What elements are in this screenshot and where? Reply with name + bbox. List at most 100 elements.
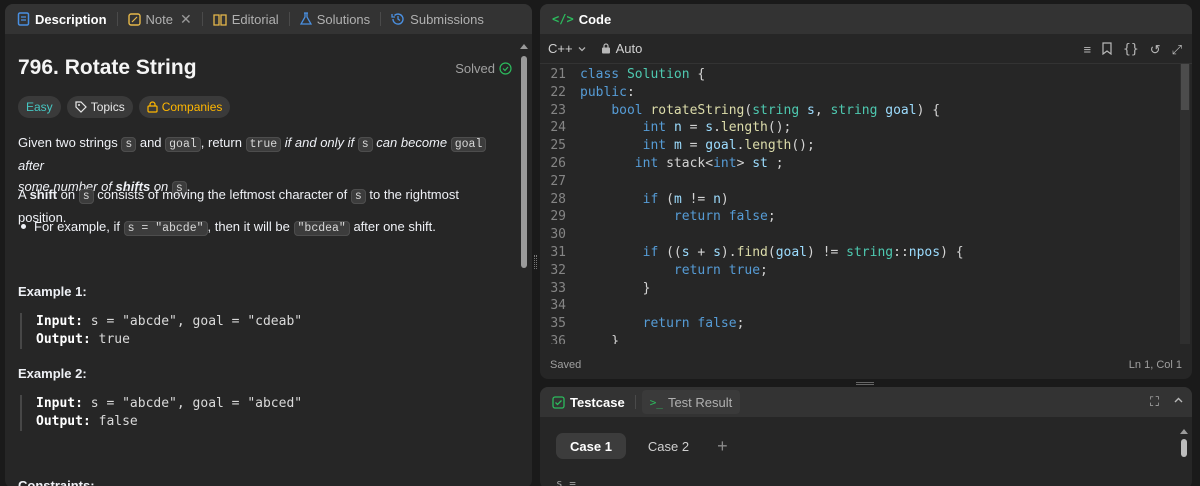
tab-code[interactable]: </> Code <box>548 12 615 27</box>
code-line[interactable]: 31 if ((s + s).find(goal) != string::npo… <box>540 244 1180 262</box>
code-text: } <box>580 333 620 344</box>
editor-scrollbar-thumb[interactable] <box>1181 64 1189 110</box>
code-line[interactable]: 24 int n = s.length(); <box>540 119 1180 137</box>
testcase-scrollbar[interactable] <box>1180 429 1188 486</box>
statement-text: after one shift. <box>349 219 436 234</box>
code-line[interactable]: 34 <box>540 297 1180 315</box>
difficulty-badge[interactable]: Easy <box>18 96 61 118</box>
solved-label: Solved <box>455 60 495 76</box>
tab-submissions-label: Submissions <box>410 11 484 27</box>
cursor-position: Ln 1, Col 1 <box>1128 359 1182 371</box>
code-line[interactable]: 32 return true; <box>540 262 1180 280</box>
input-label: Input: <box>36 314 83 329</box>
add-case-button[interactable]: + <box>711 436 734 457</box>
companies-tag[interactable]: Companies <box>138 96 231 118</box>
language-select[interactable]: C++ <box>548 41 587 56</box>
scroll-up-icon[interactable] <box>1180 429 1188 434</box>
constraints-title: Constraints: <box>18 478 95 486</box>
tab-note[interactable]: Note ✕ <box>124 11 196 28</box>
tab-submissions[interactable]: Submissions <box>387 12 488 27</box>
line-number: 29 <box>550 209 566 225</box>
line-number: 32 <box>550 262 566 278</box>
bookmark-icon[interactable] <box>1102 42 1112 58</box>
statement-text: , then it will be <box>207 219 294 234</box>
scroll-up-icon[interactable] <box>520 44 528 49</box>
code-line[interactable]: 25 int m = goal.length(); <box>540 137 1180 155</box>
example-bullet: For example, if s = "abcde", then it wil… <box>18 216 498 239</box>
editor-scrollbar[interactable] <box>1180 64 1190 344</box>
test-tab-bar: Testcase >_ Test Result ⛶ <box>540 387 1192 417</box>
horizontal-resize-handle[interactable] <box>856 382 874 385</box>
testcase-panel: Testcase >_ Test Result ⛶ Case 1 Case 2 … <box>540 387 1192 486</box>
inline-code: s <box>78 189 94 204</box>
maximize-icon[interactable]: ⛶ <box>1150 394 1159 410</box>
code-panel: </> Code C++ Auto ≡ {} ↺ ⤢ 21 class Solut… <box>540 4 1192 379</box>
submissions-icon <box>391 12 405 26</box>
braces-icon[interactable]: {} <box>1123 42 1139 58</box>
checkbox-icon <box>552 395 565 409</box>
line-number: 27 <box>550 173 566 189</box>
tab-editorial[interactable]: Editorial <box>209 12 283 27</box>
code-line[interactable]: 36 } <box>540 333 1180 344</box>
test-panel-actions: ⛶ <box>1150 394 1184 410</box>
code-toolbar: C++ Auto ≡ {} ↺ ⤢ <box>540 34 1192 64</box>
tab-testcase[interactable]: Testcase <box>548 395 629 410</box>
code-text: int stack<int> st ; <box>634 155 784 171</box>
code-line[interactable]: 21 class Solution { <box>540 66 1180 84</box>
line-number: 28 <box>550 191 566 207</box>
line-number: 36 <box>550 333 566 344</box>
code-line[interactable]: 30 <box>540 226 1180 244</box>
tab-solutions-label: Solutions <box>316 11 371 27</box>
testcase-scrollbar-thumb[interactable] <box>1181 439 1187 457</box>
problem-description: 796. Rotate String Solved Easy Topics Co… <box>5 34 532 486</box>
tab-test-result[interactable]: >_ Test Result <box>641 390 741 414</box>
output-label: Output: <box>36 414 91 429</box>
description-icon <box>17 12 30 26</box>
code-line[interactable]: 29 return false; <box>540 208 1180 226</box>
example-2-block: Input: s = "abcde", goal = "abced" Outpu… <box>20 395 302 431</box>
scrollbar-thumb[interactable] <box>521 56 527 268</box>
case-1-tab[interactable]: Case 1 <box>556 433 626 459</box>
inline-code: goal <box>450 137 487 152</box>
auto-mode[interactable]: Auto <box>601 41 642 56</box>
editor-status-bar: Saved Ln 1, Col 1 <box>550 359 1182 371</box>
statement-text: shift <box>29 187 58 202</box>
tab-divider <box>116 12 118 26</box>
statement-text: can become <box>372 135 451 150</box>
line-number: 25 <box>550 138 566 154</box>
description-scrollbar[interactable] <box>520 44 528 484</box>
code-line[interactable]: 26 int stack<int> st ; <box>540 155 1180 173</box>
tab-solutions[interactable]: Solutions <box>296 12 374 27</box>
input-label: Input: <box>36 396 83 411</box>
code-line[interactable]: 27 <box>540 173 1180 191</box>
language-label: C++ <box>548 41 573 56</box>
check-circle-icon <box>499 61 512 75</box>
inline-code: goal <box>165 137 201 152</box>
description-panel: Description Note ✕ Editorial Solutions S… <box>5 4 532 486</box>
code-line[interactable]: 28 if (m != n) <box>540 191 1180 209</box>
tab-description[interactable]: Description <box>13 12 111 27</box>
vertical-resize-handle[interactable] <box>534 255 537 269</box>
code-line[interactable]: 23 bool rotateString(string s, string go… <box>540 102 1180 120</box>
topics-tag[interactable]: Topics <box>66 96 133 118</box>
example-1-block: Input: s = "abcde", goal = "cdeab" Outpu… <box>20 313 302 349</box>
line-number: 33 <box>550 280 566 296</box>
statement-text: and <box>136 135 166 150</box>
code-line[interactable]: 22 public: <box>540 84 1180 102</box>
example-output: true <box>90 332 130 347</box>
example-input: s = "abcde", goal = "abced" <box>82 396 303 411</box>
tab-divider <box>380 12 382 26</box>
line-number: 30 <box>550 227 566 243</box>
save-status: Saved <box>550 359 582 371</box>
collapse-icon[interactable] <box>1173 394 1184 410</box>
code-line[interactable]: 35 return false; <box>540 315 1180 333</box>
reset-icon[interactable]: ↺ <box>1150 42 1161 58</box>
case-2-tab[interactable]: Case 2 <box>634 433 703 459</box>
format-icon[interactable]: ≡ <box>1083 42 1091 58</box>
companies-label: Companies <box>161 100 223 114</box>
code-text: return false; <box>642 316 745 332</box>
close-icon[interactable]: ✕ <box>180 11 192 28</box>
expand-icon[interactable]: ⤢ <box>1172 42 1182 58</box>
code-line[interactable]: 33 } <box>540 280 1180 298</box>
code-editor[interactable]: 21 class Solution {22 public: 23 bool rotat… <box>540 66 1180 344</box>
